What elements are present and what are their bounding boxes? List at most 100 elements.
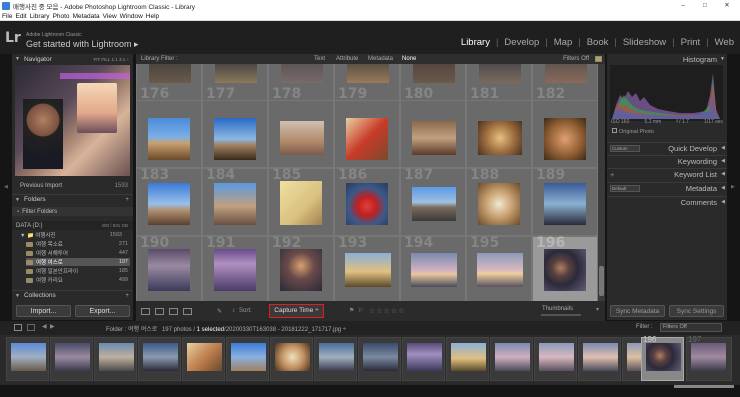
grid-cell[interactable] — [136, 100, 202, 168]
grid-cell-selected[interactable]: 196 — [532, 235, 598, 301]
filter-text[interactable]: Text — [314, 56, 325, 62]
grid-cell[interactable]: 185 — [268, 167, 334, 236]
filmstrip-cell[interactable] — [50, 337, 93, 381]
grid-cell[interactable]: 184 — [202, 167, 268, 236]
grid-view-icon[interactable] — [141, 307, 150, 315]
forward-arrow-icon[interactable]: ▶ — [50, 323, 55, 330]
grid-cell[interactable] — [532, 100, 598, 168]
filmstrip-cell[interactable] — [226, 337, 269, 381]
folder-root[interactable]: ▼ 📁 여행사진 1593 — [20, 231, 124, 239]
filmstrip-cell[interactable]: 197 — [686, 335, 732, 381]
module-map[interactable]: Map — [554, 37, 572, 48]
thumbnail-size-slider[interactable] — [541, 314, 581, 316]
sort-capture-time-dropdown[interactable]: Capture Time ÷ — [269, 304, 324, 318]
filter-presets[interactable]: Filters Off — [563, 56, 589, 62]
module-library[interactable]: Library — [461, 37, 490, 48]
module-book[interactable]: Book — [587, 37, 609, 48]
filmstrip-cell[interactable] — [402, 337, 445, 381]
filmstrip-cell[interactable] — [490, 337, 533, 381]
filmstrip-cell[interactable] — [94, 337, 137, 381]
grid-cell[interactable]: 187 — [400, 167, 466, 236]
grid-icon[interactable] — [27, 324, 35, 331]
module-print[interactable]: Print — [681, 37, 701, 48]
sort-direction-icon[interactable]: ↕ — [232, 308, 235, 314]
scrollbar-thumb[interactable] — [599, 266, 604, 296]
metadata-header[interactable]: Default Metadata ◀ — [607, 182, 727, 193]
grid-cell[interactable]: 194 — [400, 235, 466, 301]
filmstrip-cell[interactable] — [6, 337, 49, 381]
grid-cell[interactable]: 183 — [136, 167, 202, 236]
filter-lock-icon[interactable] — [595, 56, 602, 62]
collections-header[interactable]: ▼ Collections + — [12, 290, 133, 300]
filter-none[interactable]: None — [402, 56, 416, 62]
menu-photo[interactable]: Photo — [53, 13, 70, 20]
add-folder-icon[interactable]: + — [125, 196, 129, 203]
navigator-zoom-options[interactable]: FIT FILL 1:1 3:1 ÷ — [94, 57, 130, 62]
get-started-link[interactable]: Get started with Lightroom ▸ — [26, 39, 139, 50]
grid-cell[interactable]: 189 — [532, 167, 598, 236]
folders-header[interactable]: ▼ Folders + — [12, 194, 133, 204]
filmstrip-cell-selected[interactable]: 196 — [641, 335, 684, 381]
quick-develop-preset[interactable]: Custom — [610, 145, 640, 152]
grid-cell[interactable]: 188 — [466, 167, 532, 236]
folder-item[interactable]: 여행 일본안프라이 185 — [26, 267, 130, 275]
export-button[interactable]: Export... — [75, 305, 130, 317]
filter-metadata[interactable]: Metadata — [368, 56, 393, 62]
flag-icon[interactable]: ⚑ — [349, 307, 354, 314]
module-slideshow[interactable]: Slideshow — [623, 37, 666, 48]
filmstrip-cell[interactable] — [182, 337, 225, 381]
keywording-header[interactable]: Keywording ◀ — [607, 155, 727, 166]
grid-cell[interactable]: 191 — [202, 235, 268, 301]
painter-icon[interactable]: ✎ — [217, 308, 222, 315]
grid-cell[interactable]: 192 — [268, 235, 334, 301]
import-button[interactable]: Import... — [16, 305, 71, 317]
add-keyword-icon[interactable]: + — [610, 169, 614, 180]
menu-file[interactable]: File — [2, 13, 12, 20]
grid-cell[interactable]: 193 — [334, 235, 400, 301]
menu-library[interactable]: Library — [30, 13, 50, 20]
menu-edit[interactable]: Edit — [15, 13, 26, 20]
add-collection-icon[interactable]: + — [125, 292, 129, 299]
navigator-preview[interactable] — [15, 65, 130, 176]
loupe-view-icon[interactable] — [155, 307, 164, 315]
grid-cell[interactable] — [268, 100, 334, 168]
sync-metadata-button[interactable]: Sync Metadata — [610, 305, 665, 317]
folder-item-selected[interactable]: 여행 여스로 197 — [26, 258, 130, 266]
menu-help[interactable]: Help — [146, 13, 159, 20]
histogram-header[interactable]: Histogram ▼ — [607, 54, 727, 65]
rating-stars[interactable]: ☆☆☆☆☆ — [369, 307, 405, 315]
module-develop[interactable]: Develop — [504, 37, 539, 48]
filmstrip-source[interactable]: Folder : 여행 여스로 197 photos / 1 selected/… — [106, 324, 346, 333]
filmstrip-cell[interactable] — [578, 337, 621, 381]
grid-cell[interactable]: 190 — [136, 235, 202, 301]
close-icon[interactable]: ✕ — [716, 0, 738, 12]
sync-settings-button[interactable]: Sync Settings — [669, 305, 724, 317]
filmstrip-scroll-thumb[interactable] — [674, 385, 734, 388]
toolbar-menu-icon[interactable]: ▾ — [596, 306, 599, 313]
module-web[interactable]: Web — [715, 37, 734, 48]
survey-view-icon[interactable] — [183, 307, 192, 315]
grid-cell[interactable]: 195 — [466, 235, 532, 301]
grid-cell[interactable] — [202, 100, 268, 168]
grid-scrollbar[interactable] — [598, 64, 605, 301]
compare-view-icon[interactable] — [169, 307, 178, 315]
filmstrip-cell[interactable] — [534, 337, 577, 381]
quick-develop-header[interactable]: Custom Quick Develop ◀ — [607, 142, 727, 153]
comments-header[interactable]: Comments ◀ — [607, 196, 727, 207]
filmstrip-cell[interactable] — [138, 337, 181, 381]
menu-metadata[interactable]: Metadata — [73, 13, 100, 20]
navigator-header[interactable]: ▼ Navigator FIT FILL 1:1 3:1 ÷ — [12, 54, 133, 64]
grid-cell[interactable]: 186 — [334, 167, 400, 236]
filmstrip-scrollbar[interactable] — [0, 385, 740, 397]
folder-item[interactable]: 여행 목소료 271 — [26, 240, 130, 248]
back-arrow-icon[interactable]: ◀ — [42, 323, 47, 330]
filmstrip-cell[interactable] — [446, 337, 489, 381]
reject-flag-icon[interactable]: ⚐ — [358, 307, 363, 314]
volume-row[interactable]: DATA (D:) 400 / 931 GB — [12, 221, 133, 230]
minimize-icon[interactable]: – — [672, 0, 694, 12]
maximize-icon[interactable]: □ — [694, 0, 716, 12]
menu-view[interactable]: View — [103, 13, 117, 20]
secondary-display-icon[interactable] — [14, 324, 22, 331]
folder-item[interactable]: 여행 카리요 499 — [26, 276, 130, 284]
catalog-previous-import[interactable]: Previous Import 1593 — [12, 181, 133, 190]
